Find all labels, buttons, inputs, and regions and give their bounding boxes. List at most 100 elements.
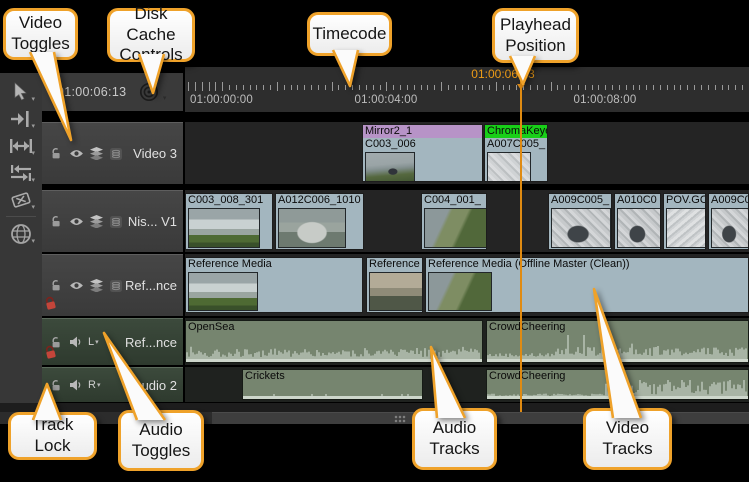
clip-effect-tool-icon[interactable]: ▾: [6, 186, 36, 213]
callout-text: Track Lock: [15, 415, 90, 456]
visibility-eye-toggle-icon[interactable]: [66, 148, 86, 159]
lock-toggle-icon[interactable]: [46, 215, 66, 228]
insert-tool-icon[interactable]: ▾: [6, 105, 36, 132]
clip-thumbnail-snow-pov: [666, 208, 706, 248]
timeline-ruler[interactable]: 01:00:00:00 01:00:04:00 01:00:08:00: [185, 67, 749, 112]
callout-text: Audio: [132, 420, 191, 441]
clip-thumbnail-snow-car: [617, 208, 661, 248]
clip-name: A009C005_: [549, 194, 611, 207]
callout-video-toggles: VideoToggles: [3, 8, 78, 60]
lock-toggle-icon[interactable]: [46, 379, 66, 392]
audio-clip[interactable]: CrowdCheering: [486, 320, 749, 363]
clip-effect-label: ChromaKeye: [485, 125, 547, 138]
track-header-2[interactable]: Nis... V1: [42, 190, 183, 252]
callout-text: Playhead: [500, 15, 571, 36]
callout-track-lock: Track Lock: [8, 412, 97, 460]
playhead-timecode: 01:00:06:13: [471, 67, 534, 81]
clip-name: OpenSea: [186, 321, 482, 334]
clip-name: A012C006_1010: [276, 194, 363, 207]
audio-waveform: [186, 346, 482, 360]
toolbar-separator: [6, 216, 36, 217]
speaker-toggle-icon[interactable]: [66, 336, 86, 348]
lock-toggle-icon[interactable]: [46, 279, 66, 292]
disk-cache-icon[interactable]: ▾: [138, 81, 164, 103]
timecode-display[interactable]: 01:00:06:13: [57, 85, 126, 99]
video-clip[interactable]: A012C006_1010: [275, 193, 364, 250]
video-clip[interactable]: C003_008_301: [185, 193, 273, 250]
clip-effect-label: Mirror2_1: [363, 125, 482, 138]
video-clip[interactable]: Reference Media (Offline Master (Clean)): [425, 257, 749, 313]
clip-name: C003_008_301: [186, 194, 272, 207]
playhead[interactable]: [520, 80, 522, 412]
tool-dropdown-icon[interactable]: ▾: [31, 177, 35, 184]
track-header-5[interactable]: R▾ Audio 2: [42, 367, 183, 402]
track-header-4[interactable]: L▾Ref...nce: [42, 318, 183, 365]
visibility-eye-toggle-icon[interactable]: [66, 280, 86, 291]
scrollbar-grip-icon[interactable]: [394, 415, 406, 423]
playhead-marker[interactable]: [517, 84, 525, 90]
trim-tool-icon[interactable]: ▾: [6, 132, 36, 159]
video-clip[interactable]: Reference Media: [185, 257, 363, 313]
layers-toggle-icon[interactable]: [86, 147, 106, 160]
video-clip[interactable]: POV.GO: [663, 193, 706, 250]
audio-waveform: [487, 334, 748, 360]
ruler-label: 01:00:08:00: [574, 94, 637, 106]
callout-text: Disk Cache: [114, 4, 188, 45]
lock-toggle-icon[interactable]: [46, 147, 66, 160]
clip-thumbnail-coast-car: [365, 152, 415, 182]
track-name: Audio 2: [133, 378, 177, 393]
video-clip[interactable]: A009C005_: [548, 193, 612, 250]
callout-timecode: Timecode: [307, 12, 392, 56]
track-header-1[interactable]: Video 3: [42, 122, 183, 184]
tool-dropdown-icon[interactable]: ▾: [31, 123, 35, 130]
track-name: Ref...nce: [125, 335, 177, 350]
video-clip[interactable]: Mirror2_1C003_006: [362, 124, 483, 182]
callout-disk-cache: Disk CacheControls: [107, 8, 195, 62]
tool-dropdown-icon[interactable]: ▾: [31, 238, 35, 245]
clip-thumbnail-coast-path: [428, 272, 492, 311]
track-name: Video 3: [133, 146, 177, 161]
clip-thumbnail-snow-light: [487, 152, 531, 182]
clip-name: A009C0: [709, 194, 748, 207]
video-clip[interactable]: ChromaKeyeA007C005_: [484, 124, 548, 182]
video-clip[interactable]: C004_001_: [421, 193, 487, 250]
disk-cache-state-icon[interactable]: [106, 279, 126, 293]
channel-dropdown-icon[interactable]: ▾: [97, 381, 101, 389]
waveform-baseline: [487, 396, 748, 399]
audio-clip[interactable]: CrowdCheering: [486, 369, 749, 400]
disk-cache-state-icon[interactable]: [106, 215, 126, 229]
video-clip[interactable]: A009C0: [708, 193, 749, 250]
clip-thumbnail-snow-car: [711, 208, 749, 248]
clip-name: Reference Media: [186, 258, 362, 271]
clip-name: C004_001_: [422, 194, 486, 207]
disk-cache-state-icon[interactable]: [106, 147, 126, 161]
track-header-3[interactable]: Ref...nce: [42, 254, 183, 316]
audio-clip[interactable]: OpenSea: [185, 320, 483, 363]
clip-name: Reference: [367, 258, 422, 271]
callout-video-tracks: VideoTracks: [583, 408, 672, 470]
audio-clip[interactable]: Crickets: [242, 369, 423, 400]
layers-toggle-icon[interactable]: [86, 215, 106, 228]
clip-thumbnail-snow-car: [551, 208, 611, 248]
visibility-eye-toggle-icon[interactable]: [66, 216, 86, 227]
tool-dropdown-icon[interactable]: ▾: [31, 96, 35, 103]
video-clip[interactable]: Reference: [366, 257, 423, 313]
tool-dropdown-icon[interactable]: ▾: [31, 150, 35, 157]
disk-cache-dropdown-icon[interactable]: ▾: [163, 94, 167, 102]
track-locked-icon: [43, 295, 59, 316]
slip-slide-tool-icon[interactable]: ▾: [6, 159, 36, 186]
clip-name: C003_006: [363, 138, 482, 151]
callout-text: Tracks: [429, 439, 479, 460]
select-tool-icon[interactable]: ▾: [6, 78, 36, 105]
callout-text: Tracks: [602, 439, 652, 460]
callout-text: Timecode: [313, 24, 387, 45]
channel-dropdown-icon[interactable]: ▾: [95, 338, 99, 346]
layers-toggle-icon[interactable]: [86, 279, 106, 292]
video-clip[interactable]: A010C0: [614, 193, 661, 250]
channel-label: R: [88, 379, 96, 391]
speaker-toggle-icon[interactable]: [66, 379, 86, 391]
network-globe-icon[interactable]: ▾: [6, 220, 36, 247]
callout-text: Toggles: [132, 441, 191, 462]
callout-text: Position: [500, 36, 571, 57]
tool-dropdown-icon[interactable]: ▾: [31, 204, 35, 211]
